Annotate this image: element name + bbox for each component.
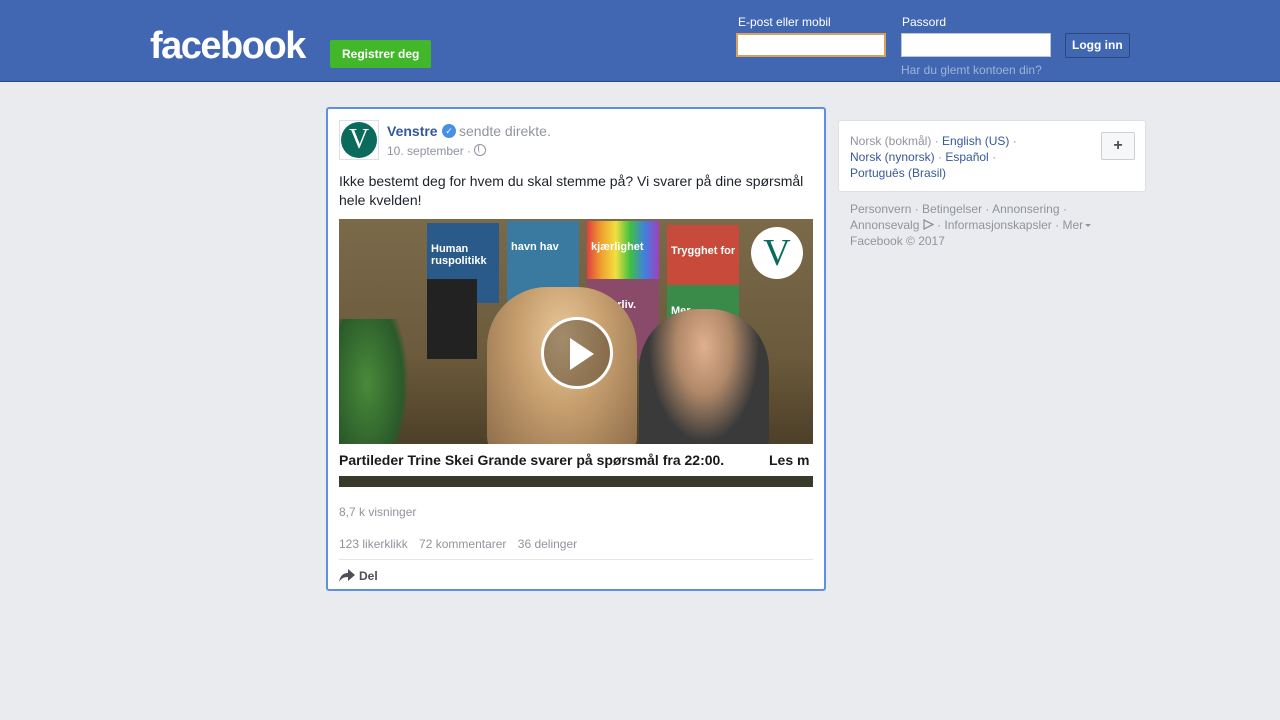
- password-field[interactable]: [901, 33, 1051, 57]
- caption-text: Partileder Trine Skei Grande svarer på s…: [339, 452, 725, 468]
- share-label: Del: [359, 569, 378, 583]
- post-date-link[interactable]: 10. september ·: [387, 144, 471, 158]
- video-player[interactable]: Human ruspolitikk havn hav kjærlighet Tr…: [339, 219, 813, 487]
- forgot-account-link[interactable]: Har du glemt kontoen din?: [901, 63, 1042, 77]
- language-list: Norsk (bokmål) · English (US) · Norsk (n…: [850, 134, 1017, 180]
- footer-more-link[interactable]: Mer: [1062, 218, 1092, 232]
- language-current: Norsk (bokmål): [850, 134, 932, 148]
- post-text: Ikke bestemt deg for hvem du skal stemme…: [339, 173, 804, 208]
- facebook-logo[interactable]: facebook: [150, 26, 306, 66]
- venstre-logo-icon: V: [341, 122, 377, 158]
- play-icon[interactable]: [541, 317, 613, 389]
- footer-terms-link[interactable]: Betingelser: [922, 202, 982, 216]
- comments-count-link[interactable]: 72 kommentarer: [419, 537, 506, 551]
- language-selector: Norsk (bokmål) · English (US) · Norsk (n…: [838, 120, 1146, 192]
- plus-icon[interactable]: +: [1101, 132, 1135, 160]
- footer-adchoices-link[interactable]: Annonsevalg: [850, 218, 919, 232]
- divider: [339, 559, 813, 560]
- footer-privacy-link[interactable]: Personvern: [850, 202, 911, 216]
- email-field[interactable]: [736, 33, 886, 57]
- video-caption: Partileder Trine Skei Grande svarer på s…: [339, 444, 813, 476]
- language-portuguese[interactable]: Português (Brasil): [850, 166, 946, 180]
- video-logo-icon: V: [751, 227, 803, 279]
- top-bar: facebook Registrer deg E-post eller mobi…: [0, 0, 1280, 82]
- caret-down-icon: [1085, 224, 1092, 227]
- copyright: Facebook © 2017: [850, 234, 945, 248]
- likes-count-link[interactable]: 123 likerklikk: [339, 537, 408, 551]
- post-author-link[interactable]: Venstre: [387, 123, 438, 139]
- footer-cookies-link[interactable]: Informasjonskapsler: [944, 218, 1051, 232]
- password-label: Passord: [902, 15, 947, 29]
- footer-links: Personvern · Betingelser · Annonsering ·…: [850, 201, 1140, 249]
- video-bottom: [339, 476, 813, 487]
- globe-icon: [474, 144, 486, 156]
- language-nynorsk[interactable]: Norsk (nynorsk): [850, 150, 935, 164]
- footer-advertising-link[interactable]: Annonsering: [992, 202, 1059, 216]
- email-label: E-post eller mobil: [738, 15, 831, 29]
- poster: [427, 279, 477, 359]
- verified-badge-icon: ✓: [442, 124, 456, 138]
- caption-more: Les m: [769, 452, 810, 468]
- adchoices-icon: [923, 219, 934, 230]
- view-count: 8,7 k visninger: [339, 505, 417, 519]
- language-spanish[interactable]: Español: [945, 150, 988, 164]
- register-button[interactable]: Registrer deg: [330, 40, 432, 68]
- post-stats: 123 likerklikk 72 kommentarer 36 delinge…: [339, 537, 585, 551]
- person: [639, 309, 769, 459]
- share-arrow-icon: [339, 569, 355, 582]
- shares-count-link[interactable]: 36 delinger: [518, 537, 577, 551]
- post-card: V Venstre ✓ sendte direkte. 10. septembe…: [326, 107, 826, 591]
- login-button[interactable]: Logg inn: [1065, 33, 1130, 58]
- post-action-text: sendte direkte.: [459, 123, 551, 139]
- page-avatar[interactable]: V: [339, 120, 379, 160]
- language-english[interactable]: English (US): [942, 134, 1009, 148]
